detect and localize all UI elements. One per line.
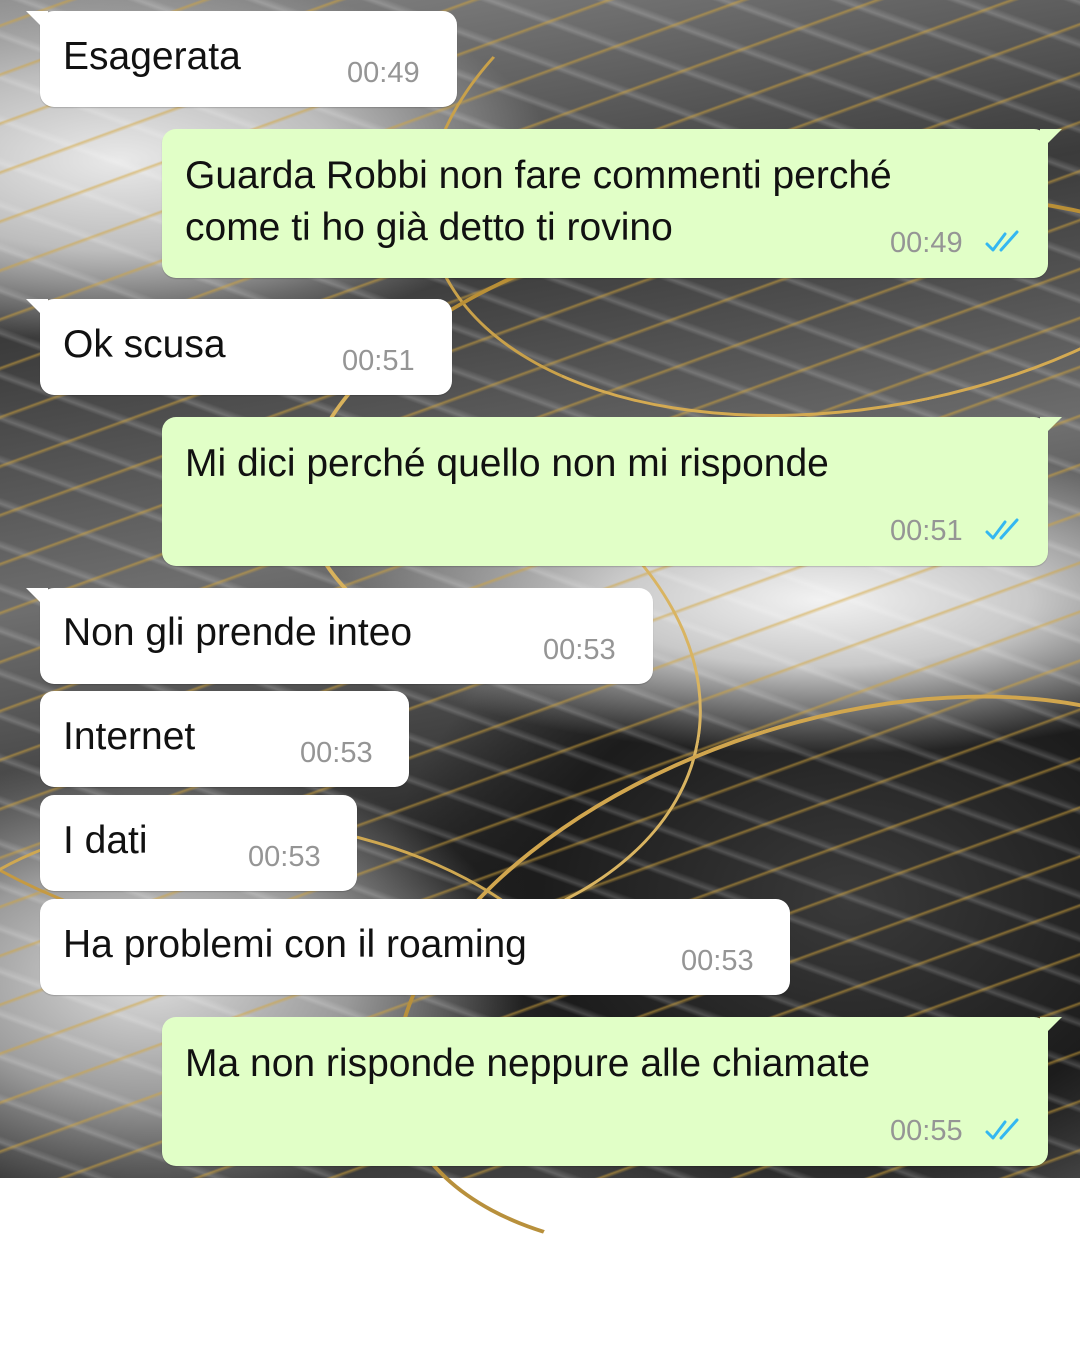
message-time: 00:51 xyxy=(890,515,963,547)
message-time: 00:53 xyxy=(248,841,321,873)
message-text: Non gli prende inteo xyxy=(63,611,413,654)
message-bubble-incoming[interactable]: Ha problemi con il roaming 00:53 xyxy=(40,899,790,995)
bubble-tail xyxy=(26,11,48,33)
message-time: 00:49 xyxy=(347,57,420,89)
bubble-tail xyxy=(1040,1017,1062,1039)
message-time: 00:53 xyxy=(543,634,616,666)
message-time: 00:49 xyxy=(890,227,963,259)
message-text: Guarda Robbi non fare commenti perché co… xyxy=(185,154,892,249)
message-text: Mi dici perché quello non mi risponde xyxy=(185,442,829,485)
message-text: Ha problemi con il roaming xyxy=(63,923,527,966)
double-check-read-icon xyxy=(985,518,1019,540)
bubble-tail xyxy=(1040,129,1062,151)
message-time: 00:53 xyxy=(681,945,754,977)
message-text: Ma non risponde neppure alle chiamate xyxy=(185,1042,871,1085)
double-check-read-icon xyxy=(985,1118,1019,1140)
message-bubble-incoming[interactable]: Internet 00:53 xyxy=(40,691,409,787)
message-time: 00:51 xyxy=(342,345,415,377)
message-bubble-incoming[interactable]: I dati 00:53 xyxy=(40,795,357,891)
message-bubble-incoming[interactable]: Ok scusa 00:51 xyxy=(26,299,452,395)
message-bubble-incoming[interactable]: Esagerata 00:49 xyxy=(26,11,457,107)
bubble-tail xyxy=(26,299,48,321)
message-bubble-outgoing[interactable]: Mi dici perché quello non mi risponde 00… xyxy=(162,417,1062,566)
message-time: 00:55 xyxy=(890,1115,963,1147)
message-bubble-outgoing[interactable]: Guarda Robbi non fare commenti perché co… xyxy=(162,129,1062,278)
message-text: Internet xyxy=(63,715,196,758)
bubble-tail xyxy=(1040,417,1062,439)
message-bubble-outgoing[interactable]: Ma non risponde neppure alle chiamate 00… xyxy=(162,1017,1062,1166)
double-check-read-icon xyxy=(985,230,1019,252)
message-text: Ok scusa xyxy=(63,323,226,366)
message-text: Esagerata xyxy=(63,35,241,78)
message-text: I dati xyxy=(63,819,148,862)
message-time: 00:53 xyxy=(300,737,373,769)
message-bubble-incoming[interactable]: Non gli prende inteo 00:53 xyxy=(26,588,653,684)
bubble-tail xyxy=(26,588,48,610)
